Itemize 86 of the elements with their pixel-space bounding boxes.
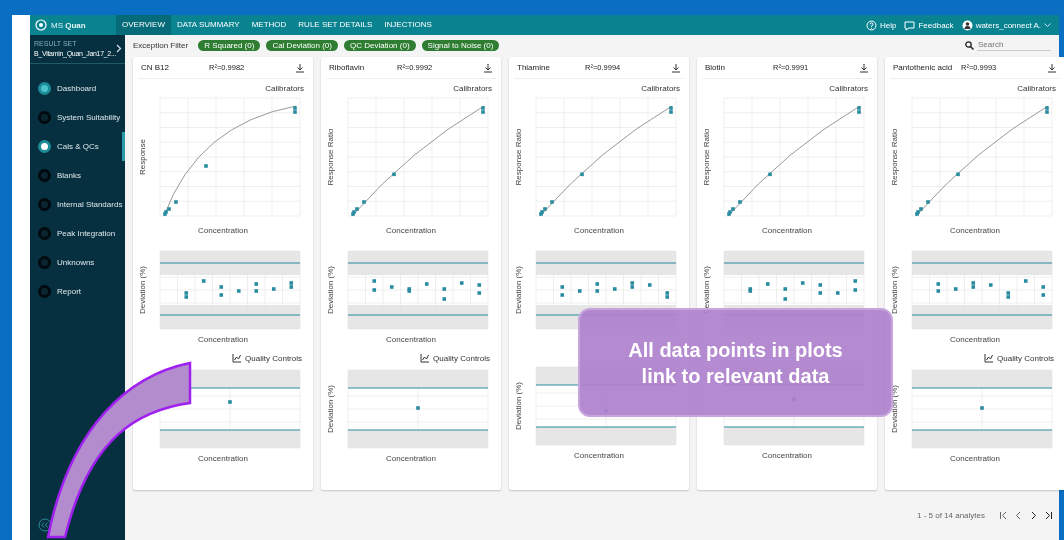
- nav-tab[interactable]: INJECTIONS: [378, 15, 438, 35]
- first-page-icon[interactable]: [999, 510, 1008, 520]
- axis-label: Concentration: [198, 454, 248, 463]
- header-link[interactable]: Help: [880, 20, 897, 30]
- download-icon[interactable]: [1047, 62, 1057, 73]
- logo-icon: [35, 19, 47, 31]
- sidebar-item[interactable]: Blanks: [30, 161, 125, 190]
- analyte-name: Biotin: [705, 63, 726, 72]
- deviation-plot[interactable]: [911, 250, 1053, 330]
- legend-label: Quality Controls: [433, 353, 490, 363]
- analyte-name: Riboflavin: [329, 63, 366, 72]
- legend-label: Quality Controls: [245, 353, 302, 363]
- axis-label: Deviation (%): [138, 266, 147, 314]
- legend-label: Calibrators: [1017, 84, 1056, 93]
- filter-chip[interactable]: Signal to Noise (0): [421, 39, 500, 51]
- axis-label: Concentration: [386, 454, 436, 463]
- user-menu[interactable]: waters_connect A.: [975, 20, 1041, 30]
- speech-bubble-icon[interactable]: [904, 19, 916, 31]
- axis-label: Response Ratio: [702, 128, 711, 186]
- qc-plot[interactable]: [911, 369, 1053, 449]
- axis-label: Concentration: [950, 335, 1000, 344]
- axis-label: Concentration: [762, 226, 812, 235]
- axis-label: Concentration: [198, 226, 248, 235]
- chevron-icon[interactable]: [116, 44, 122, 53]
- axis-label: Deviation (%): [514, 266, 523, 314]
- nav-tab[interactable]: DATA SUMMARY: [171, 15, 246, 35]
- analyte-name: Thiamine: [517, 63, 551, 72]
- last-page-icon[interactable]: [1044, 510, 1053, 520]
- axis-label: Concentration: [762, 451, 812, 460]
- legend-label: Calibrators: [829, 84, 868, 93]
- axis-label: Response Ratio: [514, 128, 523, 186]
- filter-label: Exception Filter: [133, 40, 189, 50]
- search-icon: [965, 40, 974, 50]
- sidebar-item[interactable]: Dashboard: [30, 74, 125, 103]
- analyte-name: Pantothenic acid: [893, 63, 954, 72]
- axis-label: Deviation (%): [890, 266, 899, 314]
- filter-chip[interactable]: Cal Deviation (0): [266, 39, 338, 51]
- axis-label: Concentration: [950, 226, 1000, 235]
- legend-label: Calibrators: [453, 84, 492, 93]
- pagination-summary: 1 - 5 of 14 analytes: [916, 510, 985, 520]
- search-field[interactable]: Search: [977, 39, 1051, 51]
- collapse-icon[interactable]: [38, 518, 52, 532]
- download-icon[interactable]: [295, 62, 305, 73]
- legend-label: Calibrators: [265, 84, 304, 93]
- axis-label: Concentration: [386, 226, 436, 235]
- chart-icon: [420, 353, 431, 363]
- chart-icon: [984, 353, 995, 363]
- sidebar-item[interactable]: Report: [30, 277, 125, 306]
- sidebar-item[interactable]: Internal Standards: [30, 190, 125, 219]
- axis-label: Response Ratio: [890, 128, 899, 186]
- download-icon[interactable]: [671, 62, 681, 73]
- legend-label: Quality Controls: [997, 353, 1054, 363]
- header-link[interactable]: Feedback: [918, 20, 954, 30]
- axis-label: Deviation (%): [326, 385, 335, 433]
- qc-plot[interactable]: [347, 369, 489, 449]
- filter-chip[interactable]: R Squared (0): [198, 39, 261, 51]
- user-icon[interactable]: [961, 19, 973, 31]
- axis-label: Deviation (%): [326, 266, 335, 314]
- help-icon[interactable]: [866, 19, 878, 31]
- deviation-plot[interactable]: [347, 250, 489, 330]
- nav-tab[interactable]: RULE SET DETAILS: [292, 15, 379, 35]
- axis-label: Concentration: [950, 454, 1000, 463]
- axis-label: Concentration: [574, 226, 624, 235]
- chart-icon: [232, 353, 243, 363]
- app-name: MS Quan: [51, 20, 86, 30]
- sidebar-item[interactable]: Unknowns: [30, 248, 125, 277]
- nav-tab[interactable]: OVERVIEW: [116, 15, 171, 35]
- sidebar-item[interactable]: Cals & QCs: [30, 132, 125, 161]
- axis-label: Concentration: [198, 335, 248, 344]
- sidebar-item[interactable]: System Suitability: [30, 103, 125, 132]
- next-icon[interactable]: [1029, 510, 1038, 520]
- axis-label: Response Ratio: [326, 128, 335, 186]
- axis-label: Deviation (%): [514, 382, 523, 430]
- download-icon[interactable]: [859, 62, 869, 73]
- filter-chip[interactable]: QC Deviation (0): [343, 39, 416, 51]
- nav-tab[interactable]: METHOD: [245, 15, 293, 35]
- previous-icon[interactable]: [1014, 510, 1023, 520]
- sidebar-item[interactable]: Peak Integration: [30, 219, 125, 248]
- legend-label: Calibrators: [641, 84, 680, 93]
- axis-label: Response: [138, 139, 147, 175]
- deviation-plot[interactable]: [159, 250, 301, 330]
- analyte-name: CN B12: [141, 63, 170, 72]
- axis-label: Concentration: [386, 335, 436, 344]
- caret-icon: [1044, 22, 1051, 28]
- axis-label: Concentration: [574, 451, 624, 460]
- download-icon[interactable]: [483, 62, 493, 73]
